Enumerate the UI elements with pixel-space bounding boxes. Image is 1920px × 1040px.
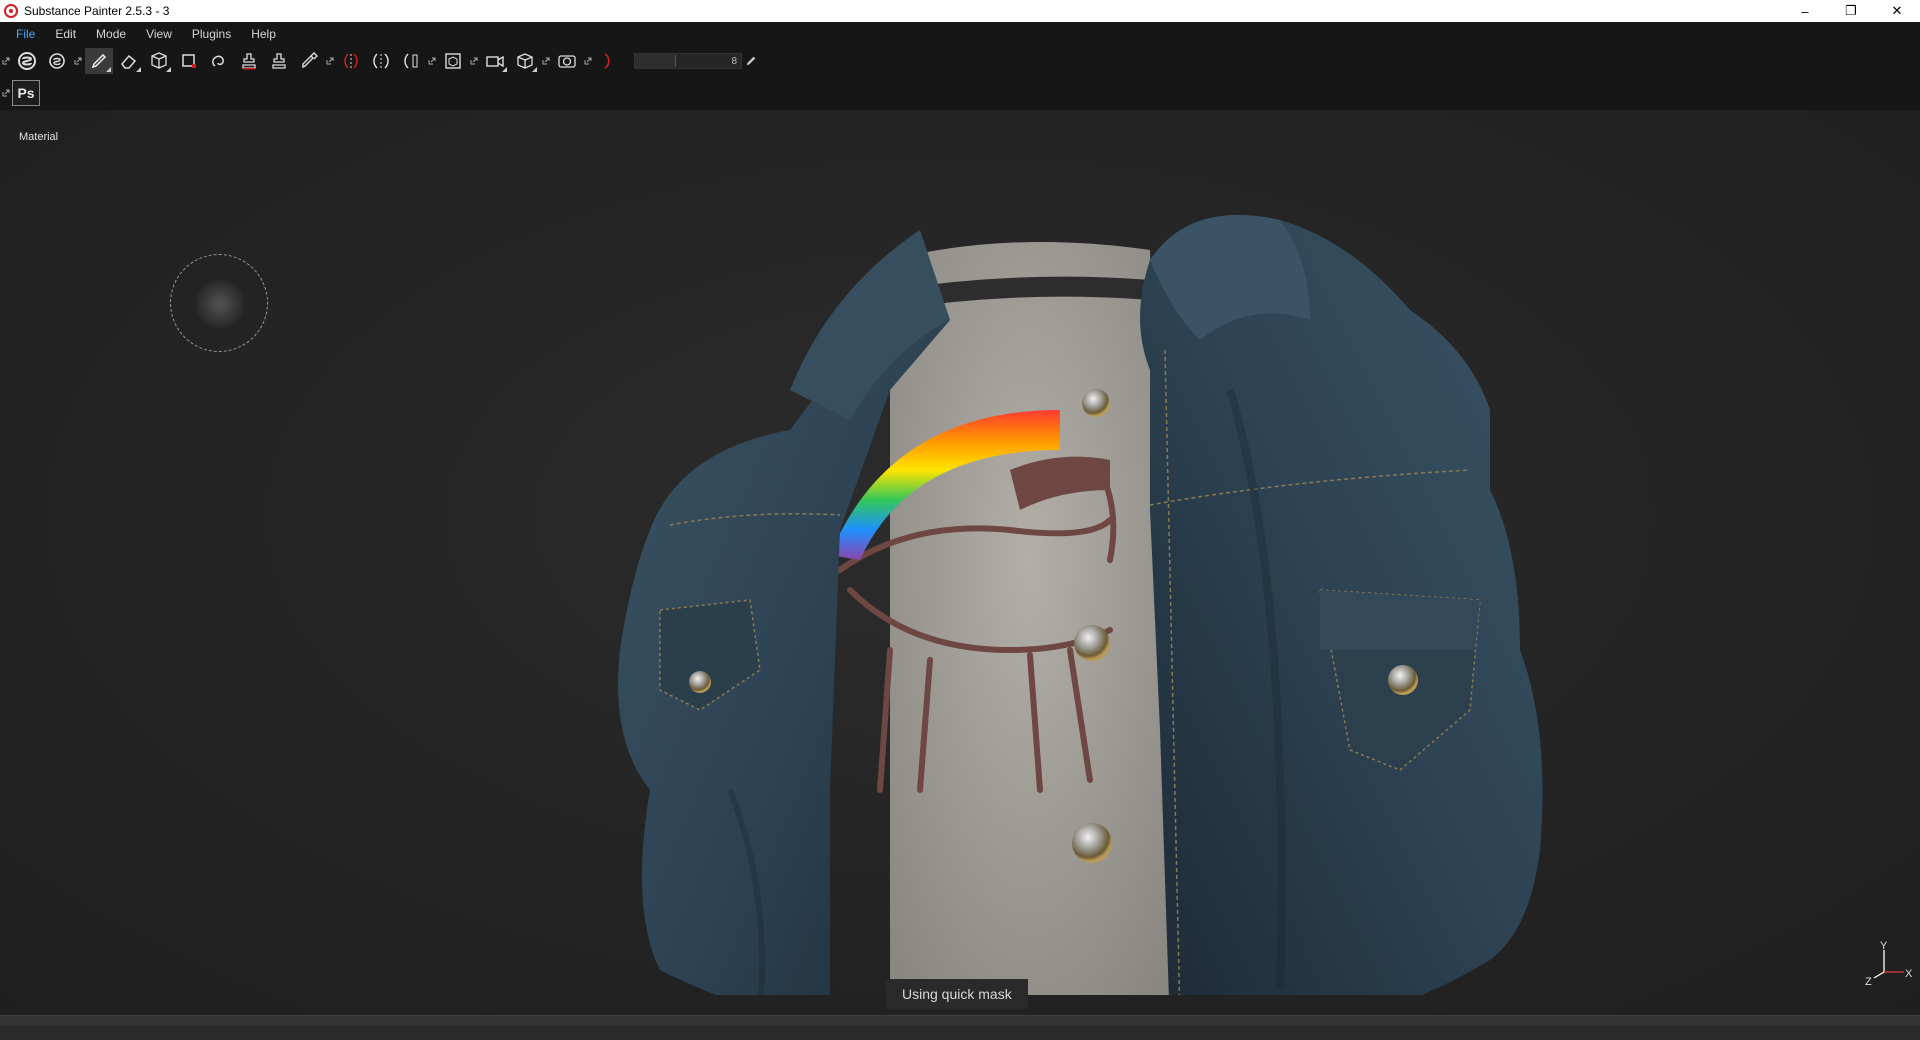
lazy-mouse-icon[interactable] <box>595 48 623 74</box>
menu-mode[interactable]: Mode <box>86 27 136 41</box>
material-picker-icon[interactable] <box>265 48 293 74</box>
symmetry-mirror-icon[interactable] <box>397 48 425 74</box>
paint-brush-icon[interactable] <box>85 48 113 74</box>
channel-mode-label: Material <box>19 131 59 143</box>
popout-icon[interactable] <box>1 88 11 98</box>
menu-bar: File Edit Mode View Plugins Help <box>0 22 1920 46</box>
smudge-icon[interactable] <box>205 48 233 74</box>
render-icon[interactable] <box>553 48 581 74</box>
substance-sync-icon[interactable] <box>13 48 41 74</box>
axis-z-label: Z <box>1865 976 1872 988</box>
brush-size-value: 8 <box>731 55 737 67</box>
3d-viewport[interactable]: Material Using quick mask Y X Z <box>0 110 1920 1015</box>
camera-icon[interactable] <box>481 48 509 74</box>
symmetry-axis-icon[interactable] <box>367 48 395 74</box>
brush-cursor <box>170 254 268 352</box>
menu-view[interactable]: View <box>136 27 182 41</box>
popout-icon[interactable] <box>469 56 479 66</box>
popout-icon[interactable] <box>541 56 551 66</box>
menu-edit[interactable]: Edit <box>45 27 86 41</box>
status-message-text: Using quick mask <box>902 986 1012 1002</box>
symmetry-icon[interactable] <box>337 48 365 74</box>
popout-icon[interactable] <box>325 56 335 66</box>
projection-icon[interactable] <box>145 48 173 74</box>
axis-y-label: Y <box>1880 940 1888 952</box>
brush-stamp-preview <box>195 279 245 329</box>
popout-icon[interactable] <box>583 56 593 66</box>
photoshop-export-button[interactable]: Ps <box>12 80 40 106</box>
close-button[interactable]: ✕ <box>1874 0 1920 22</box>
popout-icon[interactable] <box>427 56 437 66</box>
view-cube-icon[interactable] <box>511 48 539 74</box>
axis-gizmo: Y X Z <box>1865 940 1913 988</box>
brush-size-slider[interactable]: 8 <box>634 53 742 69</box>
pen-pressure-icon[interactable] <box>744 54 758 68</box>
toolbar: 8 Ps <box>0 46 1920 110</box>
polygon-fill-icon[interactable] <box>175 48 203 74</box>
clone-stamp-icon[interactable] <box>235 48 263 74</box>
eraser-icon[interactable] <box>115 48 143 74</box>
title-bar: Substance Painter 2.5.3 - 3 – ❐ ✕ <box>0 0 1920 22</box>
popout-icon[interactable] <box>73 56 83 66</box>
toolbar-row-tools: 8 <box>0 46 758 76</box>
bake-icon[interactable] <box>43 48 71 74</box>
window-title: Substance Painter 2.5.3 - 3 <box>24 4 170 18</box>
toolbar-row-plugins: Ps <box>0 78 40 108</box>
menu-file[interactable]: File <box>6 27 45 41</box>
camera-box-icon[interactable] <box>439 48 467 74</box>
color-picker-icon[interactable] <box>295 48 323 74</box>
status-message: Using quick mask <box>886 979 1028 1009</box>
restore-button[interactable]: ❐ <box>1828 0 1874 22</box>
popout-icon[interactable] <box>1 56 11 66</box>
bottom-status-bar <box>0 1015 1920 1040</box>
substance-painter-icon <box>4 4 18 18</box>
axis-x-label: X <box>1905 968 1913 980</box>
minimize-button[interactable]: – <box>1782 0 1828 22</box>
bottom-strip <box>0 1026 1920 1040</box>
menu-help[interactable]: Help <box>241 27 286 41</box>
menu-plugins[interactable]: Plugins <box>182 27 241 41</box>
brush-size-fill <box>635 54 675 68</box>
jacket-model <box>618 215 1543 995</box>
